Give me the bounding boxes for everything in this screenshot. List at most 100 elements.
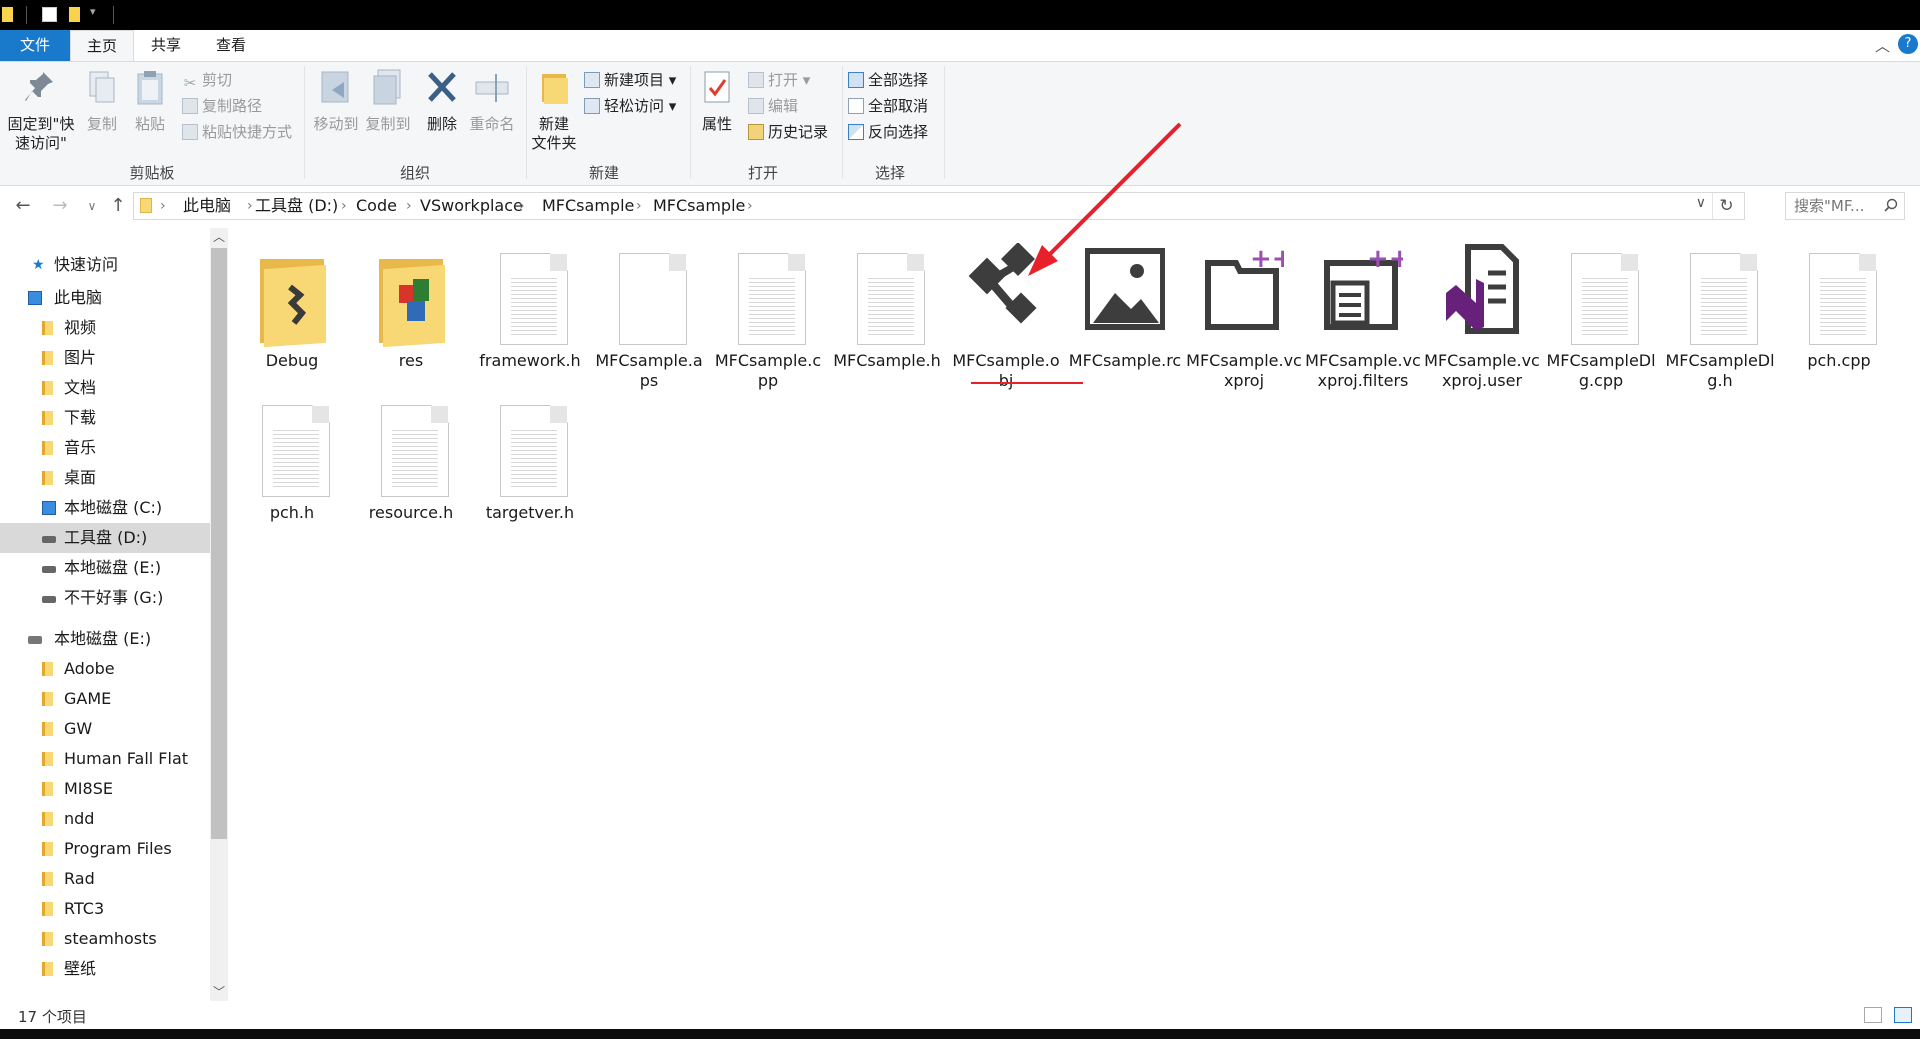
breadcrumb-drive-d[interactable]: 工具盘 (D:) — [255, 193, 338, 219]
copy-to-button[interactable]: 复制到 — [362, 68, 414, 134]
file-item[interactable]: targetver.h — [472, 395, 588, 523]
large-icons-view-icon[interactable] — [1894, 1007, 1912, 1023]
file-item[interactable]: ++ MFCsample.vcxproj.filters — [1305, 243, 1421, 391]
file-item[interactable]: Debug — [234, 243, 350, 371]
paste-shortcut-button[interactable]: 粘贴快捷方式 — [182, 120, 292, 144]
tab-home[interactable]: 主页 — [70, 30, 134, 61]
scroll-down-icon[interactable]: ﹀ — [210, 983, 228, 1001]
tab-view[interactable]: 查看 — [198, 30, 264, 61]
rename-button[interactable]: 重命名 — [466, 68, 518, 134]
nav-item[interactable]: 不干好事 (G:) — [0, 583, 210, 613]
breadcrumb-separator-icon[interactable]: › — [341, 193, 347, 219]
cut-button[interactable]: ✂ 剪切 — [182, 68, 232, 92]
file-item[interactable]: MFCsample.aps — [591, 243, 707, 391]
file-item[interactable]: resource.h — [353, 395, 469, 523]
copy-path-button[interactable]: 复制路径 — [182, 94, 262, 118]
new-folder-quick-icon[interactable] — [69, 7, 80, 22]
nav-item[interactable]: 本地磁盘 (E:) — [0, 553, 210, 583]
nav-item[interactable]: Rad — [0, 864, 210, 894]
breadcrumb-mfcsample-parent[interactable]: MFCsample — [542, 193, 634, 219]
nav-scrollbar[interactable]: ︿ ﹀ — [210, 228, 228, 1001]
new-item-button[interactable]: 新建项目 ▾ — [584, 68, 676, 92]
delete-button[interactable]: 删除 — [420, 68, 464, 134]
refresh-icon[interactable]: ↻ — [1712, 193, 1740, 219]
breadcrumb-vsworkplace[interactable]: VSworkplace — [420, 193, 523, 219]
help-icon[interactable]: ? — [1898, 34, 1918, 54]
select-all-button[interactable]: 全部选择 — [848, 68, 928, 92]
nav-item[interactable]: Human Fall Flat — [0, 744, 210, 774]
nav-item[interactable]: steamhosts — [0, 924, 210, 954]
file-item[interactable]: pch.h — [234, 395, 350, 523]
nav-item[interactable]: Adobe — [0, 654, 210, 684]
ribbon: 固定到"快速访问" 复制 粘贴 ✂ 剪切 复制路径 粘贴快捷方式 剪贴板 移动到 … — [0, 61, 1920, 186]
details-view-icon[interactable] — [1864, 1007, 1882, 1023]
tab-share[interactable]: 共享 — [134, 30, 198, 61]
up-arrow-icon[interactable]: ↑ — [106, 192, 130, 220]
nav-item[interactable]: GW — [0, 714, 210, 744]
nav-item[interactable]: 工具盘 (D:) — [0, 523, 210, 553]
nav-item[interactable]: 壁纸 — [0, 954, 210, 984]
address-dropdown-icon[interactable]: ∨ — [1696, 195, 1706, 211]
folder-icon — [42, 321, 53, 335]
customize-quick-access-icon[interactable]: ▾ — [90, 5, 96, 18]
properties-quick-icon[interactable] — [42, 7, 57, 22]
paste-button[interactable]: 粘贴 — [128, 68, 172, 134]
easy-access-button[interactable]: 轻松访问 ▾ — [584, 94, 676, 118]
breadcrumb-separator-icon[interactable]: › — [636, 193, 642, 219]
open-button[interactable]: 打开 ▾ — [748, 68, 810, 92]
select-none-button[interactable]: 全部取消 — [848, 94, 928, 118]
file-item[interactable]: MFCsample.h — [829, 243, 945, 371]
file-item[interactable]: MFCsampleDlg.cpp — [1543, 243, 1659, 391]
breadcrumb-this-pc[interactable]: 此电脑 — [183, 193, 231, 219]
copy-button[interactable]: 复制 — [80, 68, 124, 134]
recent-locations-chevron-icon[interactable]: ∨ — [80, 192, 104, 220]
move-to-button[interactable]: 移动到 — [310, 68, 362, 134]
file-item[interactable]: framework.h — [472, 243, 588, 371]
history-button[interactable]: 历史记录 — [748, 120, 828, 144]
file-item[interactable]: MFCsampleDlg.h — [1662, 243, 1778, 391]
nav-item[interactable]: 视频 — [0, 313, 210, 343]
properties-button[interactable]: 属性 — [694, 68, 740, 134]
scroll-thumb[interactable] — [211, 248, 227, 839]
file-item[interactable]: MFCsample.rc — [1067, 243, 1183, 371]
address-bar[interactable]: › 此电脑 › 工具盘 (D:) › Code › VSworkplace › … — [133, 192, 1745, 220]
breadcrumb-separator-icon[interactable]: › — [247, 193, 253, 219]
invert-selection-button[interactable]: 反向选择 — [848, 120, 928, 144]
file-item[interactable]: MFCsample.vcxproj.user — [1424, 243, 1540, 391]
nav-item[interactable]: RTC3 — [0, 894, 210, 924]
breadcrumb-code[interactable]: Code — [356, 193, 397, 219]
scroll-up-icon[interactable]: ︿ — [210, 228, 228, 246]
file-item[interactable]: pch.cpp — [1781, 243, 1897, 371]
breadcrumb-separator-icon[interactable]: › — [519, 193, 525, 219]
forward-arrow-icon[interactable]: → — [48, 192, 72, 220]
file-name: MFCsample.vcxproj — [1186, 351, 1302, 390]
collapse-ribbon-icon[interactable]: ︿ — [1875, 35, 1890, 56]
breadcrumb-separator-icon[interactable]: › — [406, 193, 412, 219]
breadcrumb-separator-icon[interactable]: › — [747, 193, 753, 219]
edit-button[interactable]: 编辑 — [748, 94, 798, 118]
file-item[interactable]: res — [353, 243, 469, 371]
nav-item[interactable]: GAME — [0, 684, 210, 714]
back-arrow-icon[interactable]: ← — [11, 192, 35, 220]
tab-file[interactable]: 文件 — [0, 30, 70, 61]
nav-item[interactable]: 本地磁盘 (C:) — [0, 493, 210, 523]
nav-item[interactable]: 文档 — [0, 373, 210, 403]
nav-item[interactable]: 音乐 — [0, 433, 210, 463]
nav-item[interactable]: 桌面 — [0, 463, 210, 493]
breadcrumb-separator-icon[interactable]: › — [160, 193, 166, 219]
nav-item[interactable]: MI8SE — [0, 774, 210, 804]
nav-this-pc[interactable]: 此电脑 — [0, 283, 210, 313]
nav-item[interactable]: 图片 — [0, 343, 210, 373]
search-input[interactable]: 搜索"MF... — [1785, 192, 1905, 220]
pin-quick-access-button[interactable]: 固定到"快速访问" — [4, 68, 78, 153]
file-item[interactable]: MFCsample.cpp — [710, 243, 826, 391]
file-item[interactable]: ++ MFCsample.vcxproj — [1186, 243, 1302, 391]
new-folder-button[interactable]: 新建 文件夹 — [528, 68, 580, 153]
nav-item[interactable]: 下载 — [0, 403, 210, 433]
breadcrumb-mfcsample-current[interactable]: MFCsample — [653, 193, 745, 219]
file-item[interactable]: MFCsample.obj — [948, 242, 1064, 391]
nav-item[interactable]: Program Files — [0, 834, 210, 864]
nav-drive-e[interactable]: 本地磁盘 (E:) — [0, 624, 210, 654]
nav-quick-access[interactable]: ★ 快速访问 — [0, 250, 210, 280]
nav-item[interactable]: ndd — [0, 804, 210, 834]
